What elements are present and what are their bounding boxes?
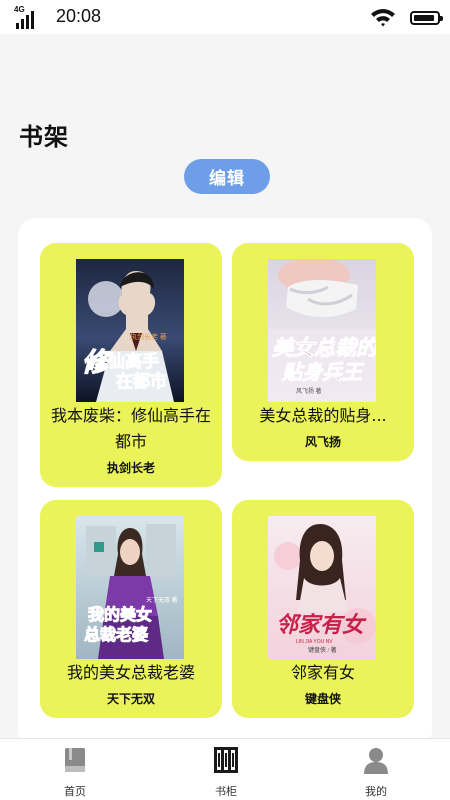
book-card[interactable]: 执剑长老 著 修 仙高手 在都市 我本废柴：修仙高手在都市 执剑长老	[40, 243, 222, 487]
cover-author-text: 执剑长老 著	[130, 332, 167, 341]
cover-pinyin-text: LIN JIA YOU NV	[296, 639, 333, 645]
wifi-icon	[371, 9, 395, 27]
page-title: 书架	[19, 123, 69, 151]
book-card[interactable]: 美女总裁的 贴身兵王 风飞扬 著 美女总裁的贴身... 风飞扬	[232, 243, 414, 461]
cover-author-text: 风飞扬 著	[296, 387, 322, 395]
battery-icon	[410, 11, 443, 25]
edit-button[interactable]: 编辑	[184, 159, 270, 194]
book-title: 我本废柴：修仙高手在都市	[50, 406, 211, 451]
book-card[interactable]: 我的美女 总裁老婆 天下无双 著 我的美女总裁老婆 天下无双	[40, 500, 222, 718]
cover-author-text: 天下无双 著	[146, 596, 178, 604]
status-bar: 4G 20:08	[0, 0, 450, 34]
book-cover[interactable]: 邻家有女 LIN JIA YOU NV 键盘侠 / 著	[268, 516, 376, 659]
book-title: 我的美女总裁老婆	[66, 663, 195, 682]
nav-bookshelf[interactable]: 书柜	[181, 739, 271, 800]
cover-title-text: 美女总裁的	[272, 335, 376, 360]
book-author: 键盘侠	[304, 692, 341, 706]
book-author: 执剑长老	[106, 461, 155, 475]
user-icon	[364, 748, 388, 774]
cover-title-text: 我的美女	[88, 605, 152, 624]
cover-title-text: 贴身兵王	[281, 360, 365, 384]
nav-home[interactable]: 首页	[30, 739, 120, 800]
bottom-navigation: 首页 书柜 我的	[0, 738, 450, 800]
book-title: 邻家有女	[290, 663, 355, 682]
status-time: 20:08	[56, 6, 102, 26]
nav-label: 首页	[64, 785, 86, 798]
cover-author-text: 键盘侠 / 著	[308, 646, 337, 654]
book-cover[interactable]: 美女总裁的 贴身兵王 风飞扬 著	[268, 259, 376, 402]
book-author: 天下无双	[106, 692, 155, 706]
cellular-signal-icon: 4G	[14, 5, 42, 29]
nav-profile[interactable]: 我的	[331, 739, 421, 800]
cover-title-text: 总裁老婆	[84, 625, 148, 644]
book-title: 美女总裁的贴身...	[259, 406, 387, 425]
cover-title-text: 仙高手	[108, 351, 159, 372]
book-icon	[65, 748, 85, 772]
bookshelf-icon	[214, 747, 238, 773]
cover-title-text: 邻家有女	[276, 612, 367, 638]
nav-label: 我的	[365, 785, 387, 798]
book-cover[interactable]: 我的美女 总裁老婆 天下无双 著	[76, 516, 184, 659]
nav-label: 书柜	[215, 785, 237, 798]
book-cover[interactable]: 执剑长老 著 修 仙高手 在都市	[76, 259, 184, 402]
cover-title-text: 在都市	[116, 371, 167, 392]
book-card[interactable]: 邻家有女 LIN JIA YOU NV 键盘侠 / 著 邻家有女 键盘侠	[232, 500, 414, 718]
book-author: 风飞扬	[304, 435, 341, 449]
